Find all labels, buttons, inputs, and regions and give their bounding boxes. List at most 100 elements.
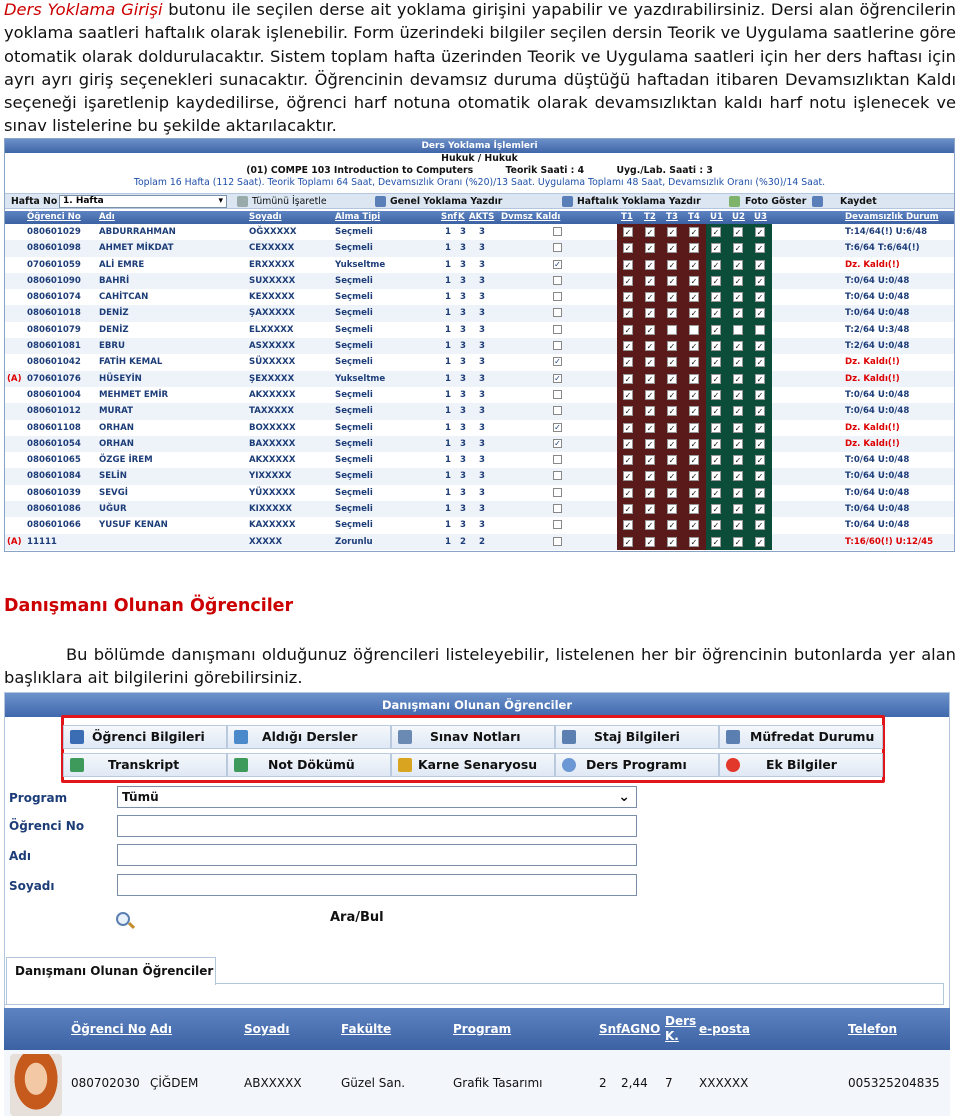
hour-checkbox[interactable]: ✓ [711, 487, 721, 498]
hour-checkbox[interactable]: ✓ [733, 308, 743, 319]
hour-checkbox[interactable]: ✓ [645, 406, 655, 417]
hour-checkbox[interactable]: ✓ [645, 292, 655, 303]
hour-checkbox[interactable]: ✓ [755, 308, 765, 319]
hour-checkbox[interactable]: ✓ [623, 487, 633, 498]
hour-checkbox[interactable]: ✓ [645, 227, 655, 237]
col-phone[interactable]: Telefon [848, 1022, 897, 1036]
col-student-no[interactable]: Öğrenci No [71, 1022, 146, 1036]
hour-checkbox[interactable]: ✓ [623, 438, 633, 449]
col-surname[interactable]: Soyadı [249, 212, 282, 222]
hour-checkbox[interactable]: ✓ [645, 341, 655, 352]
hour-checkbox[interactable]: ✓ [755, 487, 765, 498]
col-ders-k-line1[interactable]: Ders [665, 1014, 696, 1028]
hour-checkbox[interactable]: ✓ [667, 471, 677, 482]
hour-checkbox[interactable]: ✓ [667, 438, 677, 449]
hour-checkbox[interactable]: ✓ [623, 536, 633, 547]
hour-checkbox[interactable]: ✓ [623, 341, 633, 352]
curriculum-button[interactable]: Müfredat Durumu [719, 725, 883, 749]
hour-checkbox[interactable]: ✓ [645, 275, 655, 286]
table-row[interactable]: 080702030 ÇİĞDEM ABXXXXX Güzel San. Graf… [4, 1050, 950, 1116]
hour-checkbox[interactable]: ✓ [645, 357, 655, 368]
hour-checkbox[interactable]: ✓ [711, 308, 721, 319]
hour-checkbox[interactable]: ✓ [755, 438, 765, 449]
hour-checkbox[interactable]: ✓ [667, 227, 677, 237]
hour-checkbox[interactable]: ✓ [733, 341, 743, 352]
hour-checkbox[interactable]: ✓ [667, 487, 677, 498]
hour-checkbox[interactable]: ✓ [689, 357, 699, 368]
failed-absence-checkbox[interactable] [553, 275, 562, 285]
program-select[interactable]: Tümü ⌄ [117, 786, 637, 808]
hour-checkbox[interactable]: ✓ [667, 341, 677, 352]
hour-checkbox[interactable]: ✓ [711, 455, 721, 466]
failed-absence-checkbox[interactable] [553, 455, 562, 465]
hour-checkbox[interactable]: ✓ [645, 422, 655, 433]
hour-checkbox[interactable]: ✓ [645, 373, 655, 384]
tab-advised-students[interactable]: Danışmanı Olunan Öğrenciler [6, 957, 216, 985]
hour-checkbox[interactable]: ✓ [689, 259, 699, 270]
failed-absence-checkbox[interactable]: ✓ [553, 259, 562, 269]
save-button[interactable]: Kaydet [840, 196, 877, 207]
hour-checkbox[interactable]: ✓ [711, 324, 721, 335]
hour-checkbox[interactable]: ✓ [667, 373, 677, 384]
hour-checkbox[interactable]: ✓ [711, 504, 721, 515]
hour-checkbox[interactable]: ✓ [689, 504, 699, 515]
hour-checkbox[interactable]: ✓ [667, 357, 677, 368]
failed-absence-checkbox[interactable]: ✓ [553, 438, 562, 448]
hour-checkbox[interactable]: ✓ [645, 455, 655, 466]
col-status[interactable]: Devamsızlık Durum [845, 212, 939, 222]
failed-absence-checkbox[interactable] [553, 536, 562, 546]
hour-checkbox[interactable]: ✓ [623, 357, 633, 368]
hour-checkbox[interactable]: ✓ [623, 292, 633, 303]
hour-checkbox[interactable]: ✓ [755, 357, 765, 368]
surname-input[interactable] [117, 874, 637, 896]
hour-checkbox[interactable]: ✓ [689, 373, 699, 384]
hour-checkbox[interactable]: ✓ [755, 389, 765, 400]
hour-checkbox[interactable]: ✓ [667, 259, 677, 270]
hour-checkbox[interactable]: ✓ [623, 389, 633, 400]
hour-checkbox[interactable]: ✓ [667, 536, 677, 547]
hour-checkbox[interactable]: ✓ [623, 471, 633, 482]
exam-grades-button[interactable]: Sınav Notları [391, 725, 555, 749]
hour-checkbox[interactable]: ✓ [711, 292, 721, 303]
col-agno[interactable]: AGNO [621, 1022, 660, 1036]
hour-checkbox[interactable]: ✓ [667, 455, 677, 466]
hour-checkbox[interactable]: ✓ [711, 275, 721, 286]
hour-checkbox[interactable]: ✓ [733, 259, 743, 270]
hour-checkbox[interactable]: ✓ [689, 406, 699, 417]
hour-checkbox[interactable]: ✓ [711, 438, 721, 449]
hour-checkbox[interactable]: ✓ [711, 341, 721, 352]
general-print-button[interactable]: Genel Yoklama Yazdır [390, 196, 502, 207]
hour-checkbox[interactable]: ✓ [755, 292, 765, 303]
search-button[interactable]: Ara/Bul [112, 910, 632, 934]
hour-checkbox[interactable]: ✓ [689, 487, 699, 498]
hour-checkbox[interactable]: ✓ [645, 471, 655, 482]
hour-checkbox[interactable] [667, 324, 677, 335]
student-no-input[interactable] [117, 815, 637, 837]
failed-absence-checkbox[interactable] [553, 243, 562, 253]
hour-checkbox[interactable]: ✓ [711, 259, 721, 270]
hour-checkbox[interactable]: ✓ [667, 308, 677, 319]
failed-absence-checkbox[interactable] [553, 406, 562, 416]
hour-checkbox[interactable]: ✓ [623, 308, 633, 319]
col-name[interactable]: Adı [99, 212, 115, 222]
hour-checkbox[interactable]: ✓ [667, 292, 677, 303]
failed-absence-checkbox[interactable]: ✓ [553, 373, 562, 383]
student-info-button[interactable]: Öğrenci Bilgileri [63, 725, 227, 749]
hour-checkbox[interactable]: ✓ [689, 455, 699, 466]
hour-checkbox[interactable]: ✓ [755, 259, 765, 270]
hour-checkbox[interactable]: ✓ [733, 471, 743, 482]
hour-checkbox[interactable]: ✓ [623, 406, 633, 417]
hour-checkbox[interactable]: ✓ [711, 243, 721, 254]
hour-checkbox[interactable]: ✓ [689, 389, 699, 400]
hour-checkbox[interactable]: ✓ [645, 243, 655, 254]
hour-checkbox[interactable]: ✓ [755, 504, 765, 515]
report-card-button[interactable]: Karne Senaryosu [391, 753, 555, 777]
transcript-button[interactable]: Transkript [63, 753, 227, 777]
hour-checkbox[interactable]: ✓ [667, 243, 677, 254]
hour-checkbox[interactable]: ✓ [711, 389, 721, 400]
hour-checkbox[interactable]: ✓ [689, 308, 699, 319]
hour-checkbox[interactable]: ✓ [711, 357, 721, 368]
hour-checkbox[interactable]: ✓ [645, 536, 655, 547]
hour-checkbox[interactable]: ✓ [645, 520, 655, 531]
hour-checkbox[interactable]: ✓ [667, 275, 677, 286]
